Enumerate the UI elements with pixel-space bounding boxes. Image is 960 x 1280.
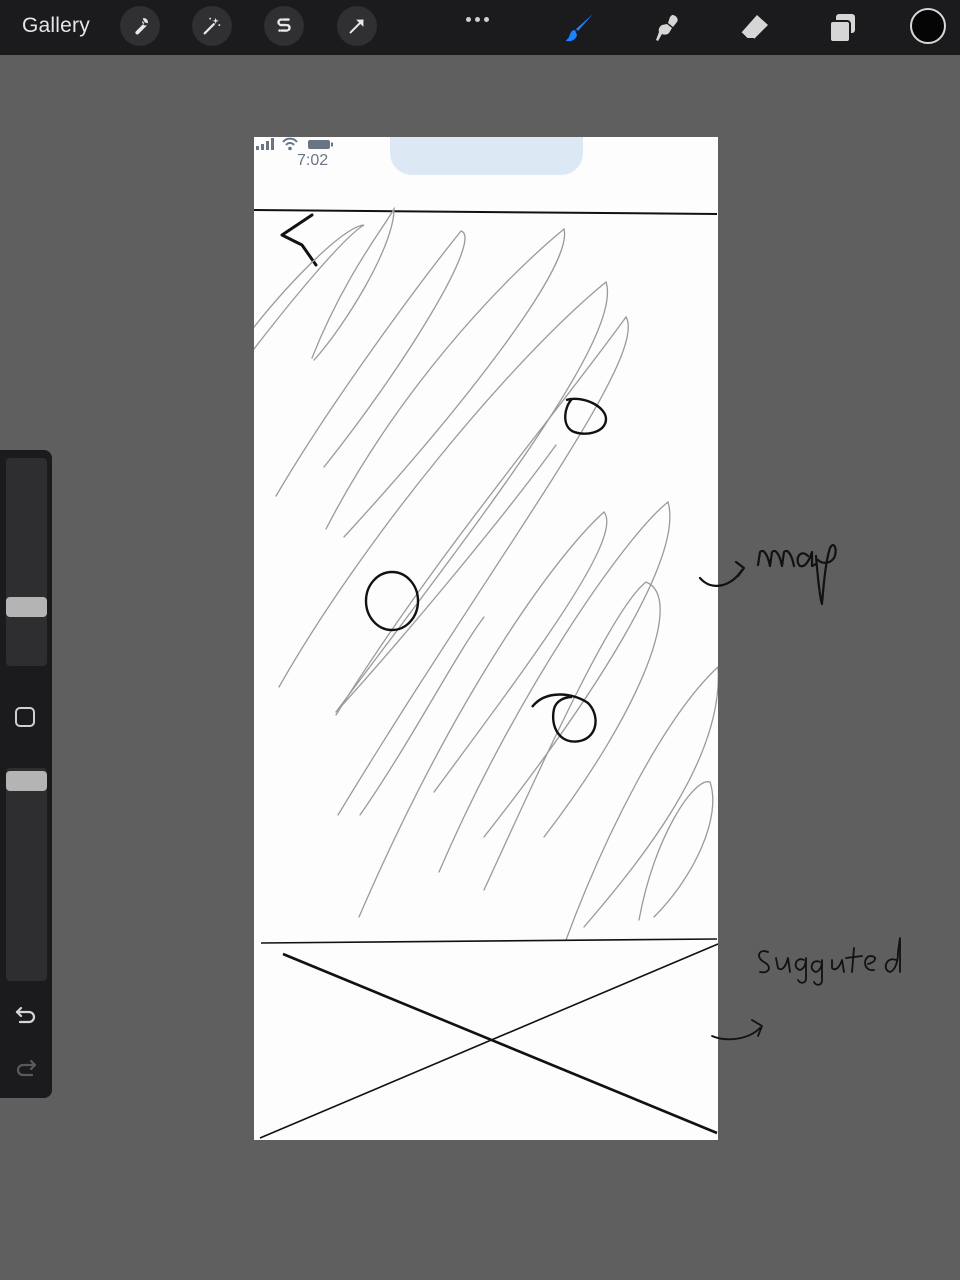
brush-opacity-slider[interactable] <box>6 768 47 981</box>
brush-size-slider[interactable] <box>6 458 47 666</box>
gallery-button[interactable]: Gallery <box>22 14 90 38</box>
drawing-canvas[interactable]: 7:02 <box>254 137 718 1140</box>
top-toolbar: Gallery <box>0 0 960 55</box>
arrow-cursor-icon[interactable] <box>337 6 377 46</box>
brush-icon[interactable] <box>560 8 600 48</box>
suggested-annotation <box>711 937 901 1041</box>
redo-icon[interactable] <box>13 1054 39 1080</box>
square-icon[interactable] <box>15 707 35 727</box>
smudge-icon[interactable] <box>647 8 687 48</box>
brush-opacity-thumb[interactable] <box>6 771 47 791</box>
eraser-icon[interactable] <box>734 8 774 48</box>
wrench-icon[interactable] <box>120 6 160 46</box>
map-annotation <box>698 543 837 606</box>
left-sidebar <box>0 450 52 1098</box>
magic-wand-icon[interactable] <box>192 6 232 46</box>
brush-size-thumb[interactable] <box>6 597 47 617</box>
sketch-layer <box>254 206 718 1139</box>
selection-s-icon[interactable] <box>264 6 304 46</box>
undo-icon[interactable] <box>13 1001 39 1027</box>
more-dots-icon[interactable] <box>466 9 494 22</box>
layers-icon[interactable] <box>822 8 862 48</box>
color-picker-button[interactable] <box>910 8 946 44</box>
